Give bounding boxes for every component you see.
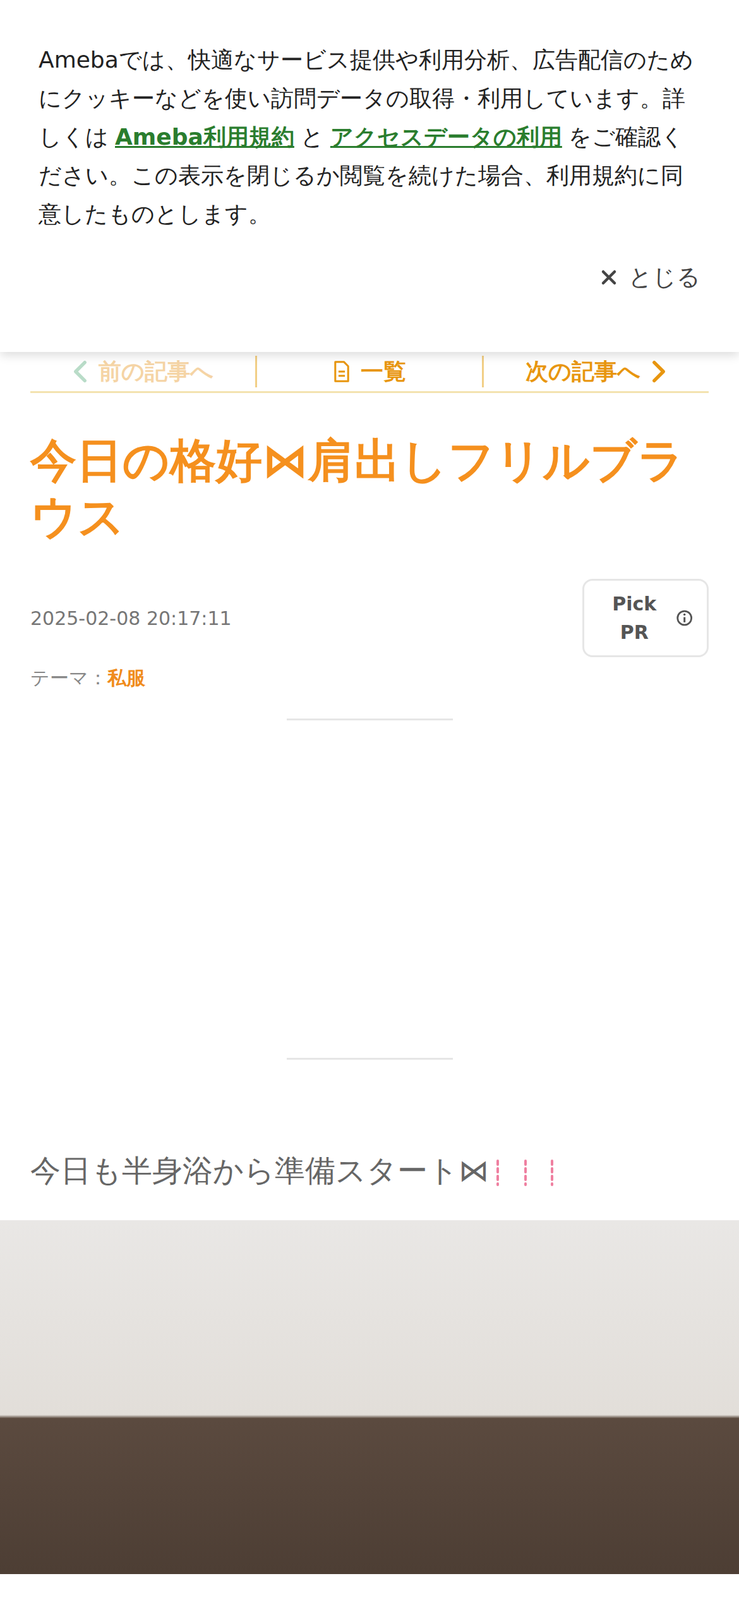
sparkle-icon <box>488 1156 565 1189</box>
chevron-left-icon <box>72 360 89 383</box>
info-icon <box>675 608 693 628</box>
article: 今日の格好⋈肩出しフリルブラウス 2025-02-08 20:17:11 Pick … <box>0 432 739 1190</box>
article-text-line: 今日も半身浴から準備スタート⋈ <box>30 1152 489 1188</box>
next-label[interactable]: 次の記事へ <box>525 354 641 389</box>
nav-separator <box>481 355 484 388</box>
theme-label: テーマ： <box>30 666 108 689</box>
nav-separator <box>255 355 258 388</box>
theme-link[interactable]: 私服 <box>107 666 146 689</box>
ad-divider <box>286 718 453 721</box>
cookie-banner: Amebaでは、快適なサービス提供や利用分析、広告配信のためにクッキーなどを使い… <box>0 0 739 352</box>
cookie-notice: Amebaでは、快適なサービス提供や利用分析、広告配信のためにクッキーなどを使い… <box>38 40 701 234</box>
article-list-link[interactable]: 一覧 <box>257 351 482 391</box>
ad-divider <box>286 1057 453 1060</box>
article-theme: テーマ：私服 <box>30 663 709 692</box>
document-icon <box>332 360 351 383</box>
prev-label: 前の記事へ <box>98 354 214 389</box>
article-title: 今日の格好⋈肩出しフリルブラウス <box>30 432 709 545</box>
access-data-link[interactable]: アクセスデータの利用 <box>330 123 563 150</box>
pick-pr-label[interactable]: Pick PR <box>598 589 671 647</box>
close-label[interactable]: とじる <box>628 259 701 295</box>
article-text: 今日も半身浴から準備スタート⋈ <box>30 1150 709 1190</box>
article-nav: 前の記事へ 一覧 次の記事へ <box>30 351 709 393</box>
close-button[interactable]: とじる <box>599 259 701 295</box>
article-photo <box>0 1219 739 1574</box>
next-article-link[interactable]: 次の記事へ <box>483 351 709 391</box>
pick-pr-button[interactable]: Pick PR <box>582 578 709 657</box>
close-icon <box>599 267 619 287</box>
article-meta: 2025-02-08 20:17:11 Pick PR <box>30 578 709 657</box>
post-date: 2025-02-08 20:17:11 <box>30 603 232 633</box>
close-row: とじる <box>38 233 701 295</box>
list-label[interactable]: 一覧 <box>360 354 407 389</box>
ad-area <box>30 718 709 1060</box>
terms-link[interactable]: Ameba利用規約 <box>114 123 295 150</box>
prev-article-link: 前の記事へ <box>30 351 256 391</box>
conjunction-text: と <box>300 123 325 150</box>
chevron-right-icon <box>650 360 667 383</box>
